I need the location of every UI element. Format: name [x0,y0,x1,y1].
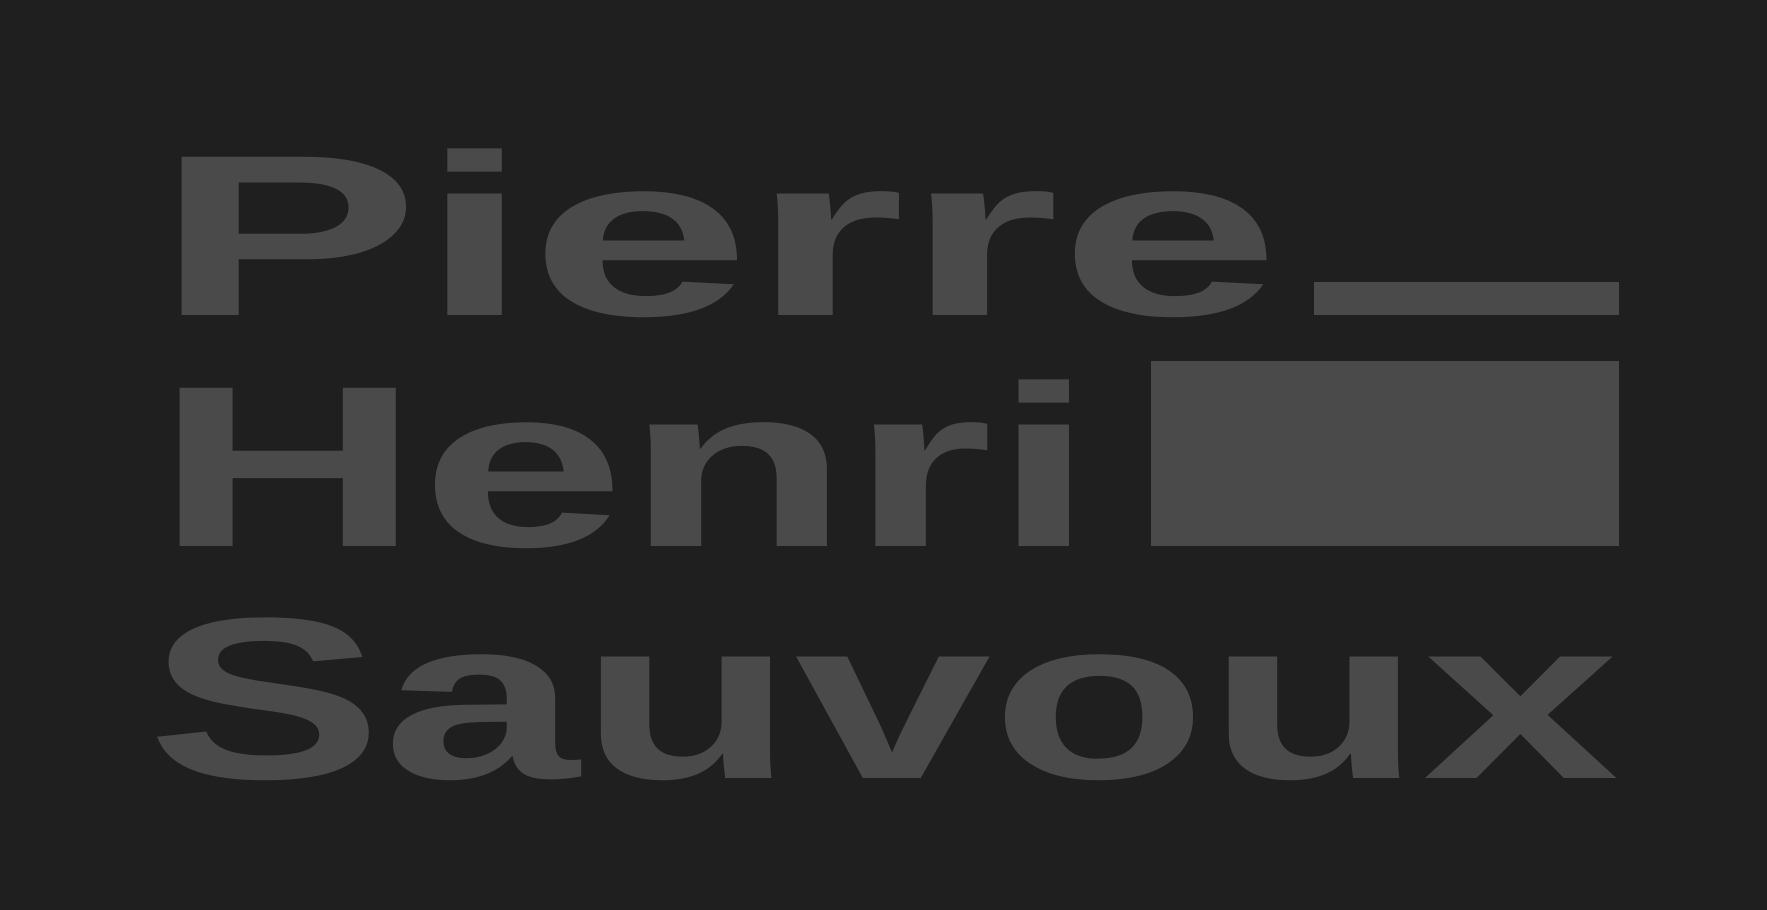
underscore-bar [1314,282,1619,315]
wordmark-canvas: Pierre Henri Sauvoux [147,107,1619,827]
solid-block [1151,361,1619,546]
wordmark-line-2: Henri [155,338,1095,595]
wordmark-line-3: Sauvoux [147,570,1619,827]
wordmark-logo: Pierre Henri Sauvoux [0,0,1767,910]
wordmark-line-1: Pierre [155,107,1280,364]
